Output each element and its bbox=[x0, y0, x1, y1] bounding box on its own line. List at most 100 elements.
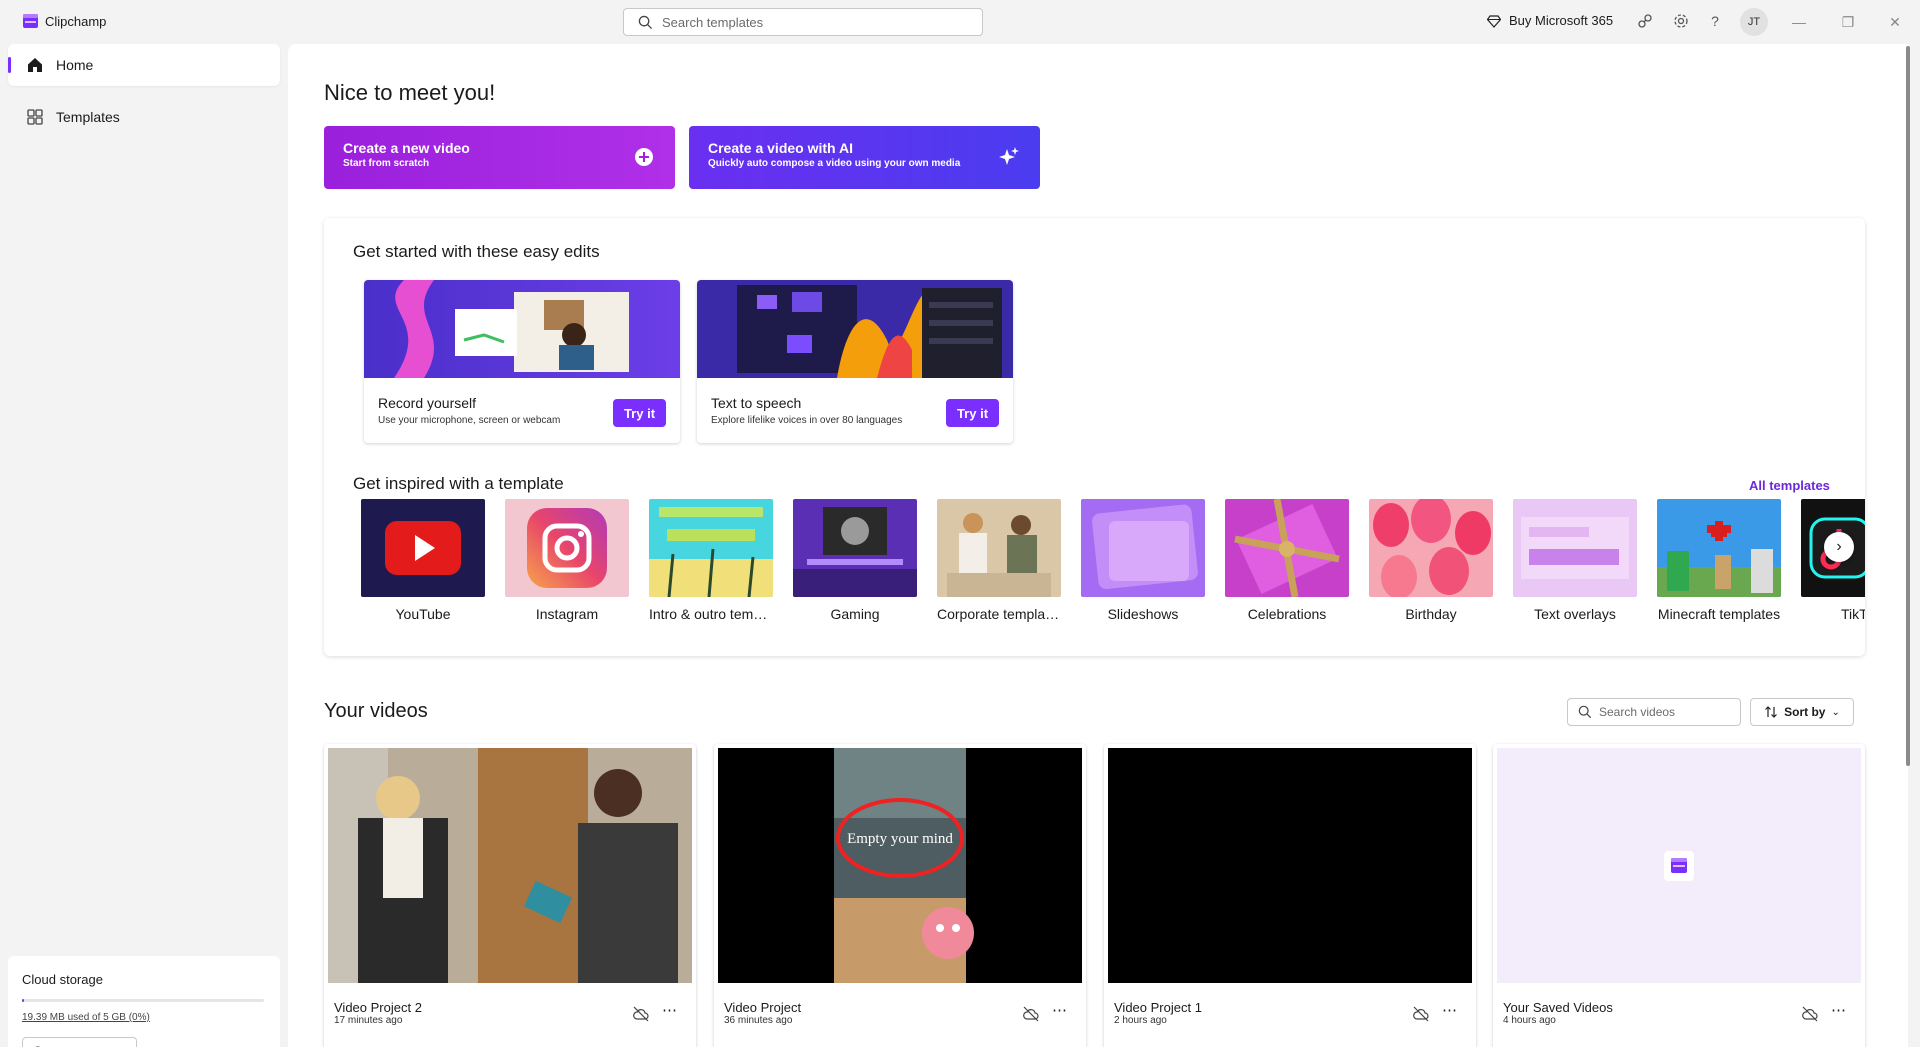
template-label: Gaming bbox=[830, 606, 880, 622]
more-options-icon[interactable]: ⋯ bbox=[1442, 1001, 1458, 1019]
template-birthday[interactable]: Birthday bbox=[1369, 499, 1493, 622]
template-thumbnail bbox=[1657, 499, 1781, 597]
scrollbar[interactable] bbox=[1906, 46, 1910, 766]
card-title: Text to speech bbox=[711, 395, 802, 411]
video-thumbnail: Empty your mind bbox=[718, 748, 1082, 983]
more-options-icon[interactable]: ⋯ bbox=[1831, 1001, 1847, 1019]
main-content: Nice to meet you! Create a new video Sta… bbox=[288, 44, 1908, 1047]
more-options-icon[interactable]: ⋯ bbox=[662, 1001, 678, 1019]
sidebar-item-templates[interactable]: Templates bbox=[8, 96, 280, 138]
text-to-speech-card[interactable]: Text to speech Explore lifelike voices i… bbox=[697, 280, 1013, 443]
create-video-with-ai-button[interactable]: Create a video with AI Quickly auto comp… bbox=[689, 126, 1040, 189]
try-it-button[interactable]: Try it bbox=[946, 399, 999, 427]
record-yourself-thumbnail bbox=[364, 280, 680, 378]
template-label: Celebrations bbox=[1247, 606, 1327, 622]
buy-microsoft-365-button[interactable]: Buy Microsoft 365 bbox=[1487, 13, 1613, 28]
card-description: Use your microphone, screen or webcam bbox=[378, 415, 561, 426]
template-gaming[interactable]: Gaming bbox=[793, 499, 917, 622]
video-name: Your Saved Videos bbox=[1503, 1000, 1613, 1015]
template-instagram[interactable]: Instagram bbox=[505, 499, 629, 622]
template-label: Instagram bbox=[535, 606, 599, 622]
video-name: Video Project bbox=[724, 1000, 802, 1015]
template-minecraft[interactable]: Minecraft templates bbox=[1657, 499, 1781, 622]
storage-used-link[interactable]: 19.39 MB used of 5 GB (0%) bbox=[22, 1012, 266, 1023]
cta-title: Create a new video bbox=[343, 140, 470, 156]
cloud-off-icon[interactable] bbox=[1801, 1005, 1819, 1023]
search-templates-input[interactable]: Search templates bbox=[623, 8, 983, 36]
create-new-video-button[interactable]: Create a new video Start from scratch bbox=[324, 126, 675, 189]
search-templates-placeholder: Search templates bbox=[662, 14, 764, 30]
video-overlay-text: Empty your mind bbox=[847, 831, 953, 847]
cta-subtitle: Start from scratch bbox=[343, 158, 430, 169]
clipchamp-logo-icon bbox=[23, 14, 38, 28]
template-corporate[interactable]: Corporate templates bbox=[937, 499, 1061, 622]
template-youtube[interactable]: YouTube bbox=[361, 499, 485, 622]
get-more-storage-button[interactable]: Get more storage bbox=[22, 1037, 138, 1047]
plus-circle-icon bbox=[635, 148, 653, 166]
easy-edits-panel: Get started with these easy edits Record… bbox=[324, 218, 1865, 656]
record-yourself-card[interactable]: Record yourself Use your microphone, scr… bbox=[364, 280, 680, 443]
video-thumbnail bbox=[328, 748, 692, 983]
template-slideshows[interactable]: Slideshows bbox=[1081, 499, 1205, 622]
template-thumbnail bbox=[1369, 499, 1493, 597]
template-label: Slideshows bbox=[1107, 606, 1179, 622]
template-label: Text overlays bbox=[1534, 606, 1616, 622]
buy-label: Buy Microsoft 365 bbox=[1509, 13, 1614, 28]
avatar[interactable]: JT bbox=[1740, 8, 1768, 36]
sort-icon bbox=[1765, 706, 1778, 718]
video-time: 17 minutes ago bbox=[334, 1015, 403, 1026]
video-card[interactable]: Video Project 1 2 hours ago ⋯ bbox=[1104, 744, 1476, 1047]
cloud-off-icon[interactable] bbox=[1022, 1005, 1040, 1023]
restore-icon[interactable]: ❐ bbox=[1838, 12, 1858, 32]
search-icon bbox=[638, 15, 653, 30]
template-text-overlays[interactable]: Text overlays bbox=[1513, 499, 1637, 622]
sidebar-item-label: Templates bbox=[56, 109, 120, 125]
template-thumbnail bbox=[793, 499, 917, 597]
more-options-icon[interactable]: ⋯ bbox=[1052, 1001, 1068, 1019]
template-label: Corporate templates bbox=[937, 606, 1061, 622]
diamond-icon bbox=[1487, 14, 1501, 28]
minimize-icon[interactable]: — bbox=[1789, 12, 1809, 32]
cloud-off-icon[interactable] bbox=[632, 1005, 650, 1023]
text-to-speech-thumbnail bbox=[697, 280, 1013, 378]
sidebar-item-label: Home bbox=[56, 57, 94, 73]
settings-gear-icon[interactable] bbox=[1672, 12, 1690, 30]
video-card[interactable]: Your Saved Videos 4 hours ago ⋯ bbox=[1493, 744, 1865, 1047]
video-thumbnail bbox=[1497, 748, 1861, 983]
your-videos-title: Your videos bbox=[324, 700, 428, 722]
video-time: 2 hours ago bbox=[1114, 1015, 1167, 1026]
video-thumbnail bbox=[1108, 748, 1472, 983]
template-thumbnail bbox=[505, 499, 629, 597]
help-icon[interactable]: ? bbox=[1706, 12, 1724, 30]
search-videos-placeholder: Search videos bbox=[1599, 705, 1676, 719]
cloud-storage-title: Cloud storage bbox=[22, 972, 103, 987]
template-thumbnail bbox=[1513, 499, 1637, 597]
template-label: TikTok bbox=[1841, 606, 1865, 622]
search-icon bbox=[1578, 705, 1592, 719]
video-name: Video Project 1 bbox=[1114, 1000, 1202, 1015]
storage-progress-bar bbox=[22, 999, 264, 1002]
title-bar: Clipchamp Search templates Buy Microsoft… bbox=[0, 0, 1920, 44]
chevron-right-icon: › bbox=[1836, 538, 1842, 555]
try-it-button[interactable]: Try it bbox=[613, 399, 666, 427]
chevron-down-icon: ⌄ bbox=[1831, 706, 1840, 718]
video-card[interactable]: Video Project 2 17 minutes ago ⋯ bbox=[324, 744, 696, 1047]
cta-subtitle: Quickly auto compose a video using your … bbox=[708, 158, 961, 169]
template-intro-outro[interactable]: Intro & outro templates bbox=[649, 499, 773, 622]
sort-label: Sort by bbox=[1784, 705, 1826, 719]
all-templates-link[interactable]: All templates bbox=[1749, 478, 1830, 493]
template-label: Intro & outro templates bbox=[649, 606, 773, 622]
template-thumbnail bbox=[361, 499, 485, 597]
template-celebrations[interactable]: Celebrations bbox=[1225, 499, 1349, 622]
search-videos-input[interactable]: Search videos bbox=[1567, 698, 1741, 726]
video-card[interactable]: Empty your mind Video Project 36 minutes… bbox=[714, 744, 1086, 1047]
close-icon[interactable]: ✕ bbox=[1885, 12, 1905, 32]
sparkle-icon bbox=[999, 147, 1019, 165]
sort-by-button[interactable]: Sort by ⌄ bbox=[1750, 698, 1854, 726]
home-icon bbox=[28, 58, 42, 72]
sidebar-item-home[interactable]: Home bbox=[8, 44, 280, 86]
easy-edits-title: Get started with these easy edits bbox=[353, 242, 600, 261]
cloud-off-icon[interactable] bbox=[1412, 1005, 1430, 1023]
share-icon[interactable] bbox=[1636, 12, 1654, 30]
next-templates-button[interactable]: › bbox=[1824, 532, 1854, 562]
